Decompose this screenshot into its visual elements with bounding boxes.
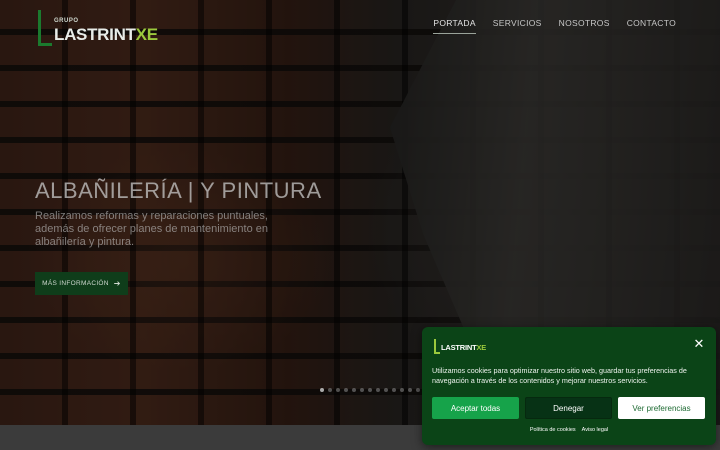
cookie-logo: LASTRINTXE [434, 339, 492, 355]
deny-button[interactable]: Denegar [525, 397, 612, 419]
cookie-logo-accent: XE [476, 343, 487, 352]
slider-dot[interactable] [408, 388, 412, 392]
slider-dot[interactable] [400, 388, 404, 392]
cookie-policy-link[interactable]: Política de cookies [530, 427, 576, 433]
slider-dot[interactable] [352, 388, 356, 392]
cookie-logo-bracket-icon [434, 339, 440, 354]
slider-dot[interactable] [376, 388, 380, 392]
cookie-logo-text: LASTRINTXE [441, 343, 486, 352]
slider-dot[interactable] [368, 388, 372, 392]
logo-brand: LASTRINTXE [54, 25, 158, 45]
slider-dot[interactable] [416, 388, 420, 392]
slider-dot[interactable] [360, 388, 364, 392]
close-icon[interactable]: ✕ [692, 338, 706, 352]
slider-dot[interactable] [320, 388, 324, 392]
more-info-label: MÁS INFORMACIÓN [42, 280, 109, 287]
slider-dot[interactable] [344, 388, 348, 392]
main-nav: PORTADA SERVICIOS NOSOTROS CONTACTO [433, 18, 676, 34]
cookie-banner: LASTRINTXE ✕ Utilizamos cookies para opt… [422, 327, 716, 445]
logo-bracket-icon [38, 10, 52, 46]
nav-item-servicios[interactable]: SERVICIOS [493, 18, 542, 34]
arrow-right-icon: ➔ [113, 279, 121, 288]
slider-dot[interactable] [392, 388, 396, 392]
logo-brand-accent: XE [135, 25, 158, 44]
cookie-message: Utilizamos cookies para optimizar nuestr… [432, 366, 687, 385]
cookie-logo-main: LASTRINT [441, 343, 477, 352]
site-logo[interactable]: GRUPO LASTRINTXE [38, 10, 164, 48]
nav-item-portada[interactable]: PORTADA [433, 18, 476, 34]
slider-dot[interactable] [384, 388, 388, 392]
slider-dots [320, 388, 428, 392]
nav-item-contacto[interactable]: CONTACTO [627, 18, 676, 34]
nav-item-nosotros[interactable]: NOSOTROS [559, 18, 610, 34]
hero-title: ALBAÑILERÍA | Y PINTURA [35, 178, 322, 203]
hero-description: Realizamos reformas y reparaciones puntu… [35, 210, 268, 248]
logo-small-text: GRUPO [54, 18, 79, 24]
more-info-button[interactable]: MÁS INFORMACIÓN ➔ [35, 272, 128, 295]
legal-notice-link[interactable]: Aviso legal [582, 427, 609, 433]
slider-dot[interactable] [336, 388, 340, 392]
view-preferences-button[interactable]: Ver preferencias [618, 397, 705, 419]
accept-all-button[interactable]: Aceptar todas [432, 397, 519, 419]
cookie-links: Política de cookies Aviso legal [422, 427, 716, 433]
cookie-buttons: Aceptar todas Denegar Ver preferencias [432, 397, 705, 419]
slider-dot[interactable] [328, 388, 332, 392]
logo-brand-main: LASTRINT [54, 25, 136, 44]
